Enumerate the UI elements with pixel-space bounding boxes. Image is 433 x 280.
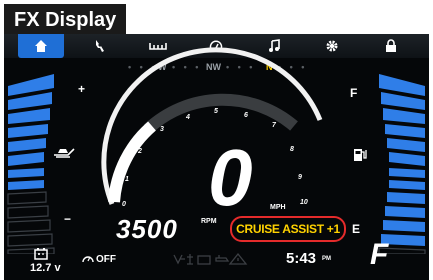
battery-icon <box>34 248 48 260</box>
oil-warning-icon <box>197 255 211 265</box>
rpm-unit: RPM <box>201 218 217 225</box>
speed-unit: MPH <box>270 204 286 211</box>
tach-tick-3: 3 <box>160 126 164 133</box>
speed-value: 0 <box>208 133 252 222</box>
gear-indicator: F <box>370 238 389 271</box>
tach-tick-5: 5 <box>214 108 218 115</box>
tach-arc-fill <box>108 121 157 203</box>
tach-tick-1: 1 <box>125 176 129 183</box>
tach-tick-2: 2 <box>138 148 142 155</box>
tach-tick-0: 0 <box>122 201 126 208</box>
tach-tick-10: 10 <box>300 199 308 206</box>
tach-tick-8: 8 <box>290 146 294 153</box>
caution-icon <box>228 252 248 265</box>
rpm-value: 3500 <box>116 214 178 244</box>
tach-tick-6: 6 <box>244 112 248 119</box>
battery-voltage: 12.7 v <box>30 262 61 274</box>
clock-time: 5:43 <box>286 250 317 267</box>
mode-status: OFF <box>96 254 116 265</box>
tach-tick-7: 7 <box>272 122 276 129</box>
clock-suffix: PM <box>322 256 331 262</box>
engine-warning-icon <box>187 254 193 265</box>
page-title: FX Display <box>4 4 126 36</box>
speedometer-small-icon <box>82 256 94 263</box>
warning-indicators <box>173 252 248 265</box>
tach-tick-9: 9 <box>298 174 302 181</box>
temp-warning-icon <box>215 255 230 262</box>
tach-tick-4: 4 <box>186 114 190 121</box>
trim-warning-icon <box>173 254 185 265</box>
display-screen: • • • W • • • NW • • • N • • • + − F E 0… <box>4 34 429 280</box>
cruise-assist-badge[interactable]: CRUISE ASSIST +1 <box>230 216 346 242</box>
